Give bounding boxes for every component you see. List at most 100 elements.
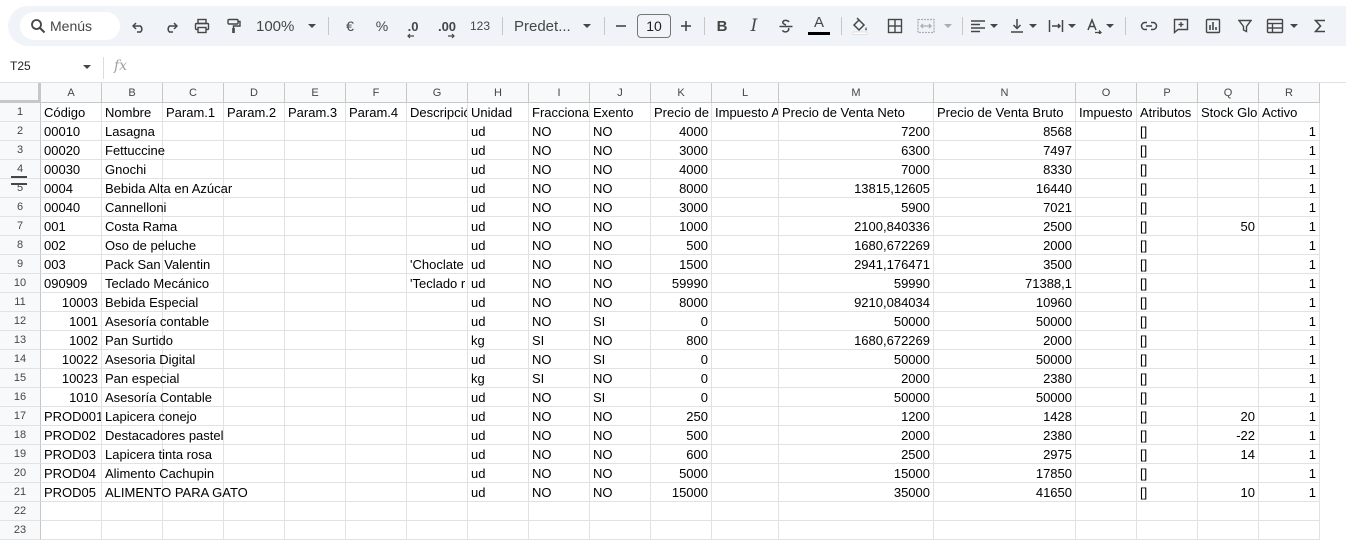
cell-m14[interactable]: 50000: [779, 350, 934, 369]
cell-k20[interactable]: 5000: [651, 464, 712, 483]
cell-g7[interactable]: [407, 217, 468, 236]
functions-button[interactable]: [1310, 6, 1330, 46]
cell-c6[interactable]: [163, 198, 224, 217]
cell-d14[interactable]: [224, 350, 285, 369]
cell-d7[interactable]: [224, 217, 285, 236]
cell-h5[interactable]: ud: [468, 179, 529, 198]
cell-m21[interactable]: 35000: [779, 483, 934, 502]
cell-p6[interactable]: []: [1137, 198, 1198, 217]
vertical-align-dropdown[interactable]: [1027, 6, 1039, 46]
cell-g12[interactable]: [407, 312, 468, 331]
cell-f4[interactable]: [346, 160, 407, 179]
cell-g15[interactable]: [407, 369, 468, 388]
cell-m20[interactable]: 15000: [779, 464, 934, 483]
cell-a9[interactable]: 003: [41, 255, 102, 274]
cell-k13[interactable]: 800: [651, 331, 712, 350]
cell-d12[interactable]: [224, 312, 285, 331]
cell-g13[interactable]: [407, 331, 468, 350]
cell-r11[interactable]: 1: [1259, 293, 1320, 312]
cell-k23[interactable]: [651, 521, 712, 540]
cell-c23[interactable]: [163, 521, 224, 540]
cell-d4[interactable]: [224, 160, 285, 179]
cell-e13[interactable]: [285, 331, 346, 350]
cell-o18[interactable]: [1076, 426, 1137, 445]
cell-l23[interactable]: [712, 521, 779, 540]
cell-p20[interactable]: []: [1137, 464, 1198, 483]
row-header-16[interactable]: 16: [0, 388, 41, 407]
column-header-m[interactable]: M: [779, 83, 934, 103]
cell-k22[interactable]: [651, 502, 712, 521]
cell-l8[interactable]: [712, 236, 779, 255]
row-resize-handle-icon[interactable]: [10, 174, 28, 188]
cell-h12[interactable]: ud: [468, 312, 529, 331]
row-header-8[interactable]: 8: [0, 236, 41, 255]
cell-n18[interactable]: 2380: [934, 426, 1076, 445]
cell-g17[interactable]: [407, 407, 468, 426]
cell-d11[interactable]: [224, 293, 285, 312]
cell-o14[interactable]: [1076, 350, 1137, 369]
cell-e9[interactable]: [285, 255, 346, 274]
cell-f10[interactable]: [346, 274, 407, 293]
cell-p9[interactable]: []: [1137, 255, 1198, 274]
cell-q23[interactable]: [1198, 521, 1259, 540]
filter-views-button[interactable]: [1264, 6, 1286, 46]
row-header-3[interactable]: 3: [0, 141, 41, 160]
row-header-17[interactable]: 17: [0, 407, 41, 426]
fill-color-button[interactable]: [849, 6, 871, 46]
cell-r17[interactable]: 1: [1259, 407, 1320, 426]
cell-r20[interactable]: 1: [1259, 464, 1320, 483]
paint-format-button[interactable]: [223, 6, 245, 46]
font-size-input[interactable]: 10: [637, 14, 671, 38]
cell-b21[interactable]: ALIMENTO PARA GATO: [102, 483, 248, 502]
cell-j19[interactable]: NO: [590, 445, 651, 464]
cell-h16[interactable]: ud: [468, 388, 529, 407]
cell-f14[interactable]: [346, 350, 407, 369]
cell-d10[interactable]: [224, 274, 285, 293]
cell-h1[interactable]: Unidad: [468, 103, 529, 122]
cell-j9[interactable]: NO: [590, 255, 651, 274]
row-header-14[interactable]: 14: [0, 350, 41, 369]
cell-k17[interactable]: 250: [651, 407, 712, 426]
cell-f20[interactable]: [346, 464, 407, 483]
cell-q15[interactable]: [1198, 369, 1259, 388]
cell-a14[interactable]: 10022: [41, 350, 102, 369]
cell-p14[interactable]: []: [1137, 350, 1198, 369]
cell-l9[interactable]: [712, 255, 779, 274]
cell-h2[interactable]: ud: [468, 122, 529, 141]
cell-a21[interactable]: PROD05: [41, 483, 102, 502]
cell-o16[interactable]: [1076, 388, 1137, 407]
cell-e14[interactable]: [285, 350, 346, 369]
cell-d13[interactable]: [224, 331, 285, 350]
cell-r2[interactable]: 1: [1259, 122, 1320, 141]
cell-e23[interactable]: [285, 521, 346, 540]
cell-l5[interactable]: [712, 179, 779, 198]
cell-k21[interactable]: 15000: [651, 483, 712, 502]
cell-c3[interactable]: [163, 141, 224, 160]
cell-q16[interactable]: [1198, 388, 1259, 407]
cell-b4[interactable]: Gnochi: [102, 160, 163, 179]
cell-g23[interactable]: [407, 521, 468, 540]
cell-e7[interactable]: [285, 217, 346, 236]
cell-j18[interactable]: NO: [590, 426, 651, 445]
cell-o10[interactable]: [1076, 274, 1137, 293]
row-header-23[interactable]: 23: [0, 521, 41, 540]
cell-b16[interactable]: Asesoría Contable: [102, 388, 212, 407]
cell-p19[interactable]: []: [1137, 445, 1198, 464]
cell-j22[interactable]: [590, 502, 651, 521]
cell-o13[interactable]: [1076, 331, 1137, 350]
cell-a20[interactable]: PROD04: [41, 464, 102, 483]
text-rotation-button[interactable]: [1084, 6, 1104, 46]
cell-i14[interactable]: NO: [529, 350, 590, 369]
cell-n21[interactable]: 41650: [934, 483, 1076, 502]
cell-j7[interactable]: NO: [590, 217, 651, 236]
cell-i16[interactable]: NO: [529, 388, 590, 407]
cell-m4[interactable]: 7000: [779, 160, 934, 179]
cell-p22[interactable]: [1137, 502, 1198, 521]
cell-k6[interactable]: 3000: [651, 198, 712, 217]
cell-j11[interactable]: NO: [590, 293, 651, 312]
cell-e18[interactable]: [285, 426, 346, 445]
cell-i11[interactable]: NO: [529, 293, 590, 312]
cell-h15[interactable]: kg: [468, 369, 529, 388]
cell-o7[interactable]: [1076, 217, 1137, 236]
cell-q18[interactable]: -22: [1198, 426, 1259, 445]
